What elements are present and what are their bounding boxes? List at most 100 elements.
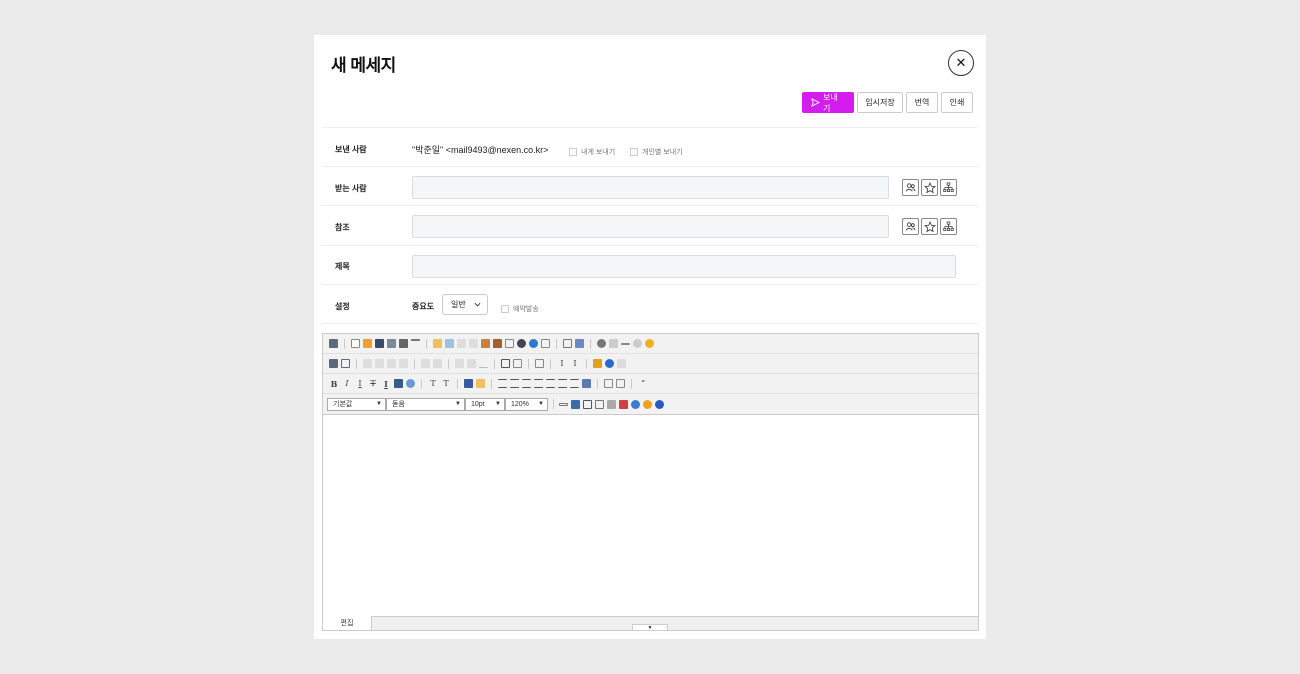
copy-doc-icon[interactable] xyxy=(387,339,396,348)
line-height-select[interactable]: 120% ▼ xyxy=(505,397,548,411)
send-button[interactable]: 보내기 xyxy=(802,92,854,113)
subscript-icon[interactable]: T xyxy=(428,379,438,388)
delete-row-icon[interactable] xyxy=(375,359,384,368)
font-size-select[interactable]: 10pt ▼ xyxy=(465,397,505,411)
text-cursor-alt-icon[interactable]: I xyxy=(570,359,580,368)
tab-edit[interactable]: 편집 xyxy=(323,616,372,630)
strikethrough-icon[interactable]: T xyxy=(368,379,378,388)
redo-icon[interactable] xyxy=(445,339,454,348)
address-book-button[interactable] xyxy=(902,218,919,235)
underline-icon[interactable]: I xyxy=(355,379,365,388)
outdent-icon[interactable] xyxy=(558,379,567,388)
align-center-icon[interactable] xyxy=(510,379,519,388)
preview-icon[interactable] xyxy=(563,339,572,348)
bold-icon[interactable]: B xyxy=(329,379,339,389)
to-input[interactable] xyxy=(412,176,889,199)
italic-icon[interactable]: I xyxy=(342,379,352,388)
favorites-button[interactable] xyxy=(921,179,938,196)
lock-icon[interactable] xyxy=(593,359,602,368)
link-icon[interactable] xyxy=(597,339,606,348)
resize-grip[interactable]: ▼ xyxy=(632,624,668,631)
bg-color-icon[interactable] xyxy=(394,379,403,388)
cut-icon[interactable] xyxy=(457,339,466,348)
paragraph-icon[interactable] xyxy=(582,379,591,388)
editor-body[interactable] xyxy=(323,415,978,607)
ordered-list-icon[interactable] xyxy=(604,379,613,388)
page-break-icon[interactable] xyxy=(411,339,420,348)
highlight-icon[interactable] xyxy=(476,379,485,388)
horizontal-rule-icon[interactable] xyxy=(621,342,630,345)
spellcheck-icon[interactable] xyxy=(605,359,614,368)
print-icon[interactable] xyxy=(399,339,408,348)
subject-input[interactable] xyxy=(412,255,956,278)
special-char-icon[interactable] xyxy=(633,339,642,348)
insert-col-icon[interactable] xyxy=(387,359,396,368)
align-justify-icon[interactable] xyxy=(534,379,543,388)
org-chart-button[interactable] xyxy=(940,179,957,196)
image-icon[interactable] xyxy=(559,402,568,406)
paste-icon[interactable] xyxy=(481,339,490,348)
superscript-icon[interactable]: T xyxy=(441,379,451,388)
help-icon[interactable] xyxy=(643,399,652,409)
save-icon[interactable] xyxy=(375,339,384,348)
emoticon-icon[interactable] xyxy=(645,339,654,348)
replace-icon[interactable] xyxy=(529,339,538,348)
print-button[interactable]: 인쇄 xyxy=(941,92,973,113)
favorites-button[interactable] xyxy=(921,218,938,235)
send-individually-option[interactable]: 개인별 보내기 xyxy=(630,143,683,161)
font-style-select[interactable]: 기본값 ▼ xyxy=(327,397,386,411)
layer-icon[interactable] xyxy=(501,359,510,368)
split-cells-icon[interactable] xyxy=(433,359,442,368)
frame-icon[interactable] xyxy=(513,359,522,368)
delete-col-icon[interactable] xyxy=(399,359,408,368)
schedule-checkbox[interactable] xyxy=(501,304,509,313)
align-right-icon[interactable] xyxy=(522,379,531,388)
insert-row-icon[interactable] xyxy=(363,359,372,368)
media-icon[interactable] xyxy=(571,399,580,409)
indent-icon[interactable] xyxy=(546,379,555,388)
org-chart-button[interactable] xyxy=(940,218,957,235)
address-book-button[interactable] xyxy=(902,179,919,196)
send-to-self-checkbox[interactable] xyxy=(569,147,577,156)
new-doc-icon[interactable] xyxy=(351,339,360,348)
unlink-icon[interactable] xyxy=(609,339,618,348)
pdf-icon[interactable] xyxy=(619,399,628,409)
template-icon[interactable] xyxy=(607,399,616,409)
clipboard-icon[interactable] xyxy=(595,399,604,409)
cell-border-icon[interactable] xyxy=(479,359,488,368)
validate-icon[interactable] xyxy=(617,359,626,368)
fullscreen-icon[interactable] xyxy=(575,339,584,348)
undo-icon[interactable] xyxy=(433,339,442,348)
settings-icon[interactable] xyxy=(631,399,640,409)
clear-format-icon[interactable] xyxy=(406,379,415,388)
search-icon[interactable] xyxy=(517,339,526,348)
unordered-list-icon[interactable] xyxy=(616,379,625,388)
copy-icon[interactable] xyxy=(469,339,478,348)
line-spacing-icon[interactable] xyxy=(570,379,579,388)
info-icon[interactable] xyxy=(655,399,664,409)
cell-color-icon[interactable] xyxy=(467,359,476,368)
cc-input[interactable] xyxy=(412,215,889,238)
close-button[interactable]: ✕ xyxy=(948,50,974,76)
importance-select[interactable]: 일반 xyxy=(442,294,488,315)
send-individually-checkbox[interactable] xyxy=(630,147,638,156)
paste-special-icon[interactable] xyxy=(493,339,502,348)
align-left-icon[interactable] xyxy=(498,379,507,388)
folder-icon[interactable] xyxy=(329,339,338,348)
image-resize-icon[interactable] xyxy=(583,399,592,409)
translate-button[interactable]: 번역 xyxy=(906,92,938,113)
save-draft-button[interactable]: 임시저장 xyxy=(857,92,903,113)
select-all-icon[interactable] xyxy=(541,339,550,348)
font-color-icon[interactable]: I xyxy=(381,379,391,389)
text-cursor-icon[interactable]: I xyxy=(557,359,567,368)
table-edit-icon[interactable] xyxy=(341,359,350,368)
merge-cells-icon[interactable] xyxy=(421,359,430,368)
cell-props-icon[interactable] xyxy=(455,359,464,368)
schedule-option[interactable]: 예약발송 xyxy=(501,300,539,318)
format-painter-icon[interactable] xyxy=(464,379,473,388)
open-icon[interactable] xyxy=(363,339,372,348)
quote-icon[interactable]: “ xyxy=(638,379,648,388)
send-to-self-option[interactable]: 내게 보내기 xyxy=(569,143,615,161)
font-family-select[interactable]: 돋움 ▼ xyxy=(386,397,465,411)
form-icon[interactable] xyxy=(535,359,544,368)
